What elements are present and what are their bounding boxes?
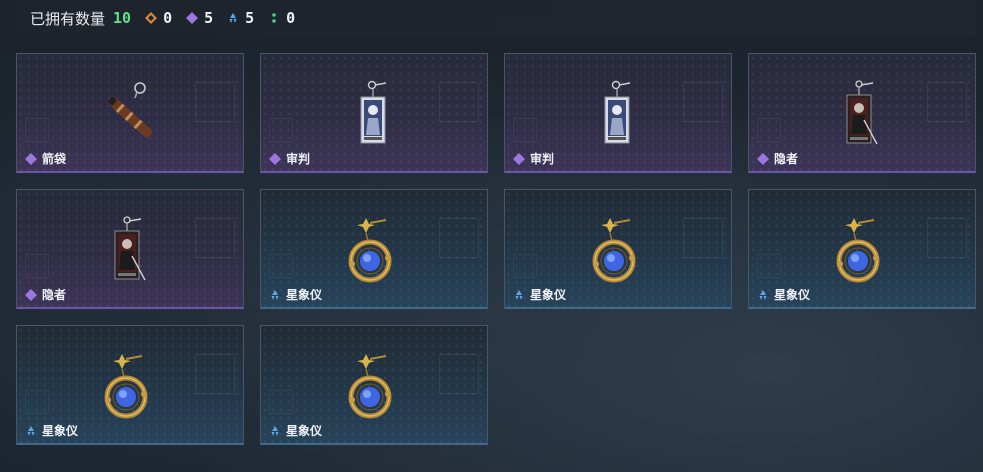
card-decoration — [439, 354, 479, 394]
blue-rarity-icon — [515, 289, 523, 300]
item-name: 星象仪 — [774, 288, 811, 302]
item-card[interactable]: 星象仪 — [748, 189, 976, 309]
stat-orange: 0 — [145, 9, 172, 27]
judgment-icon — [598, 80, 638, 154]
owned-count-bar: 已拥有数量 10 0 5 5 0 — [16, 0, 976, 36]
item-label: 星象仪 — [513, 286, 566, 303]
green-dots-icon — [272, 13, 276, 23]
item-card[interactable]: 隐者 — [16, 189, 244, 309]
card-decoration — [195, 82, 235, 122]
item-label: 星象仪 — [757, 286, 810, 303]
card-decoration — [683, 82, 723, 122]
blue-rarity-icon — [271, 289, 279, 300]
orange-diamond-icon — [145, 12, 158, 24]
card-decoration — [269, 118, 293, 142]
item-label: 审判 — [269, 150, 310, 167]
stat-green: 0 — [268, 9, 295, 27]
item-name: 星象仪 — [286, 424, 323, 438]
item-card[interactable]: 星象仪 — [504, 189, 732, 309]
blue-rarity-icon — [271, 425, 279, 436]
owned-total-count: 10 — [113, 9, 132, 27]
astrolabe-icon — [344, 216, 404, 290]
item-label: 箭袋 — [25, 150, 66, 167]
card-decoration — [195, 354, 235, 394]
purple-rarity-icon — [513, 152, 525, 165]
card-decoration — [927, 82, 967, 122]
item-label: 隐者 — [757, 150, 798, 167]
card-decoration — [927, 218, 967, 258]
quiver-icon — [95, 80, 165, 154]
item-label: 星象仪 — [269, 286, 322, 303]
astrolabe-icon — [588, 216, 648, 290]
item-name: 星象仪 — [42, 424, 79, 438]
stat-green-value: 0 — [286, 9, 296, 27]
item-label: 隐者 — [25, 286, 66, 303]
card-decoration — [25, 390, 49, 414]
item-name: 隐者 — [774, 152, 799, 166]
item-card[interactable]: 箭袋 — [16, 53, 244, 173]
hermit-icon — [837, 80, 887, 154]
astrolabe-icon — [344, 352, 404, 426]
card-decoration — [195, 218, 235, 258]
item-name: 星象仪 — [286, 288, 323, 302]
card-decoration — [513, 254, 537, 278]
item-name: 审判 — [286, 152, 311, 166]
card-decoration — [757, 118, 781, 142]
card-decoration — [513, 118, 537, 142]
stat-purple: 5 — [186, 9, 213, 27]
card-decoration — [25, 254, 49, 278]
item-card[interactable]: 星象仪 — [16, 325, 244, 445]
item-card[interactable]: 审判 — [504, 53, 732, 173]
card-decoration — [25, 118, 49, 142]
purple-rarity-icon — [269, 152, 281, 165]
stat-orange-value: 0 — [163, 9, 173, 27]
stat-blue-value: 5 — [245, 9, 255, 27]
purple-diamond-icon — [186, 12, 199, 24]
card-decoration — [439, 218, 479, 258]
astrolabe-icon — [832, 216, 892, 290]
stat-blue: 5 — [227, 9, 254, 27]
item-card[interactable]: 星象仪 — [260, 189, 488, 309]
item-name: 箭袋 — [42, 152, 67, 166]
stat-purple-value: 5 — [204, 9, 214, 27]
item-card[interactable]: 星象仪 — [260, 325, 488, 445]
item-card[interactable]: 审判 — [260, 53, 488, 173]
judgment-icon — [354, 80, 394, 154]
item-name: 审判 — [530, 152, 555, 166]
card-decoration — [269, 254, 293, 278]
card-decoration — [439, 82, 479, 122]
owned-count-title: 已拥有数量 — [30, 9, 106, 28]
hermit-icon — [105, 216, 155, 290]
purple-rarity-icon — [757, 152, 769, 165]
item-label: 星象仪 — [269, 422, 322, 439]
blue-rarity-icon — [27, 425, 35, 436]
purple-rarity-icon — [25, 152, 37, 165]
item-card[interactable]: 隐者 — [748, 53, 976, 173]
purple-rarity-icon — [25, 288, 37, 301]
card-decoration — [269, 390, 293, 414]
card-decoration — [757, 254, 781, 278]
astrolabe-icon — [100, 352, 160, 426]
item-name: 隐者 — [42, 288, 67, 302]
card-decoration — [683, 218, 723, 258]
blue-triangle-icon — [229, 13, 237, 23]
item-label: 审判 — [513, 150, 554, 167]
blue-rarity-icon — [759, 289, 767, 300]
item-name: 星象仪 — [530, 288, 567, 302]
item-label: 星象仪 — [25, 422, 78, 439]
